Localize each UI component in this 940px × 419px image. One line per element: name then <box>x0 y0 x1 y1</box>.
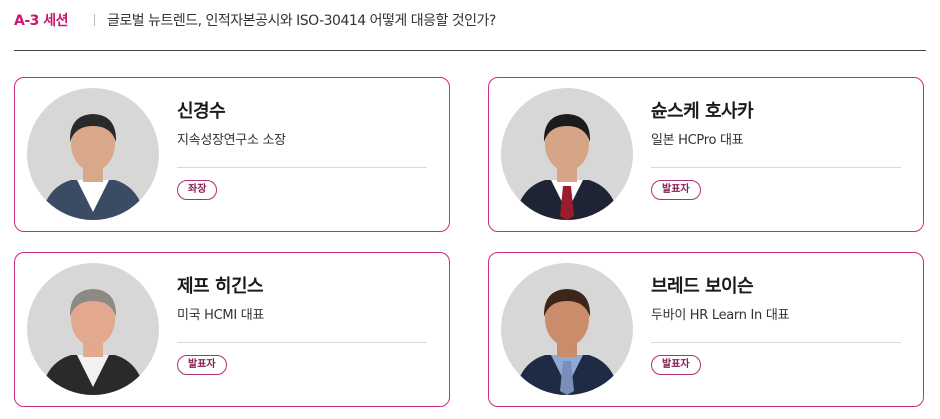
speaker-photo <box>501 263 633 395</box>
role-badge: 좌장 <box>177 180 218 200</box>
session-header: A-3 세션 글로벌 뉴트렌드, 인적자본공시와 ISO-30414 어떻게 대… <box>14 9 926 31</box>
speaker-card[interactable]: 제프 히긴스 미국 HCMI 대표 발표자 <box>14 252 450 407</box>
card-divider <box>651 342 901 343</box>
speaker-photo <box>27 263 159 395</box>
speaker-affiliation: 미국 HCMI 대표 <box>177 308 265 323</box>
speaker-card[interactable]: 신경수 지속성장연구소 소장 좌장 <box>14 77 450 232</box>
card-divider <box>651 167 901 168</box>
header-separator <box>94 14 96 26</box>
speaker-name: 브레드 보이슨 <box>651 276 754 297</box>
card-divider <box>177 342 427 343</box>
session-code: A-3 세션 <box>14 13 69 29</box>
role-badge: 발표자 <box>177 355 227 375</box>
portrait-silhouette <box>41 289 145 395</box>
portrait-silhouette <box>515 114 619 220</box>
portrait-silhouette <box>515 289 619 395</box>
header-divider <box>14 50 926 51</box>
speaker-name: 슌스케 호사카 <box>651 101 754 122</box>
speaker-photo <box>501 88 633 220</box>
speaker-affiliation: 두바이 HR Learn In 대표 <box>651 308 790 323</box>
portrait-silhouette <box>41 114 145 220</box>
card-divider <box>177 167 427 168</box>
speaker-card[interactable]: 브레드 보이슨 두바이 HR Learn In 대표 발표자 <box>488 252 924 407</box>
speaker-name: 제프 히긴스 <box>177 276 264 297</box>
speaker-name: 신경수 <box>177 101 226 122</box>
speaker-affiliation: 일본 HCPro 대표 <box>651 133 744 148</box>
role-badge: 발표자 <box>651 180 701 200</box>
session-title: 글로벌 뉴트렌드, 인적자본공시와 ISO-30414 어떻게 대응할 것인가? <box>107 13 496 29</box>
role-badge: 발표자 <box>651 355 701 375</box>
speaker-photo <box>27 88 159 220</box>
speaker-affiliation: 지속성장연구소 소장 <box>177 133 286 148</box>
speaker-card[interactable]: 슌스케 호사카 일본 HCPro 대표 발표자 <box>488 77 924 232</box>
